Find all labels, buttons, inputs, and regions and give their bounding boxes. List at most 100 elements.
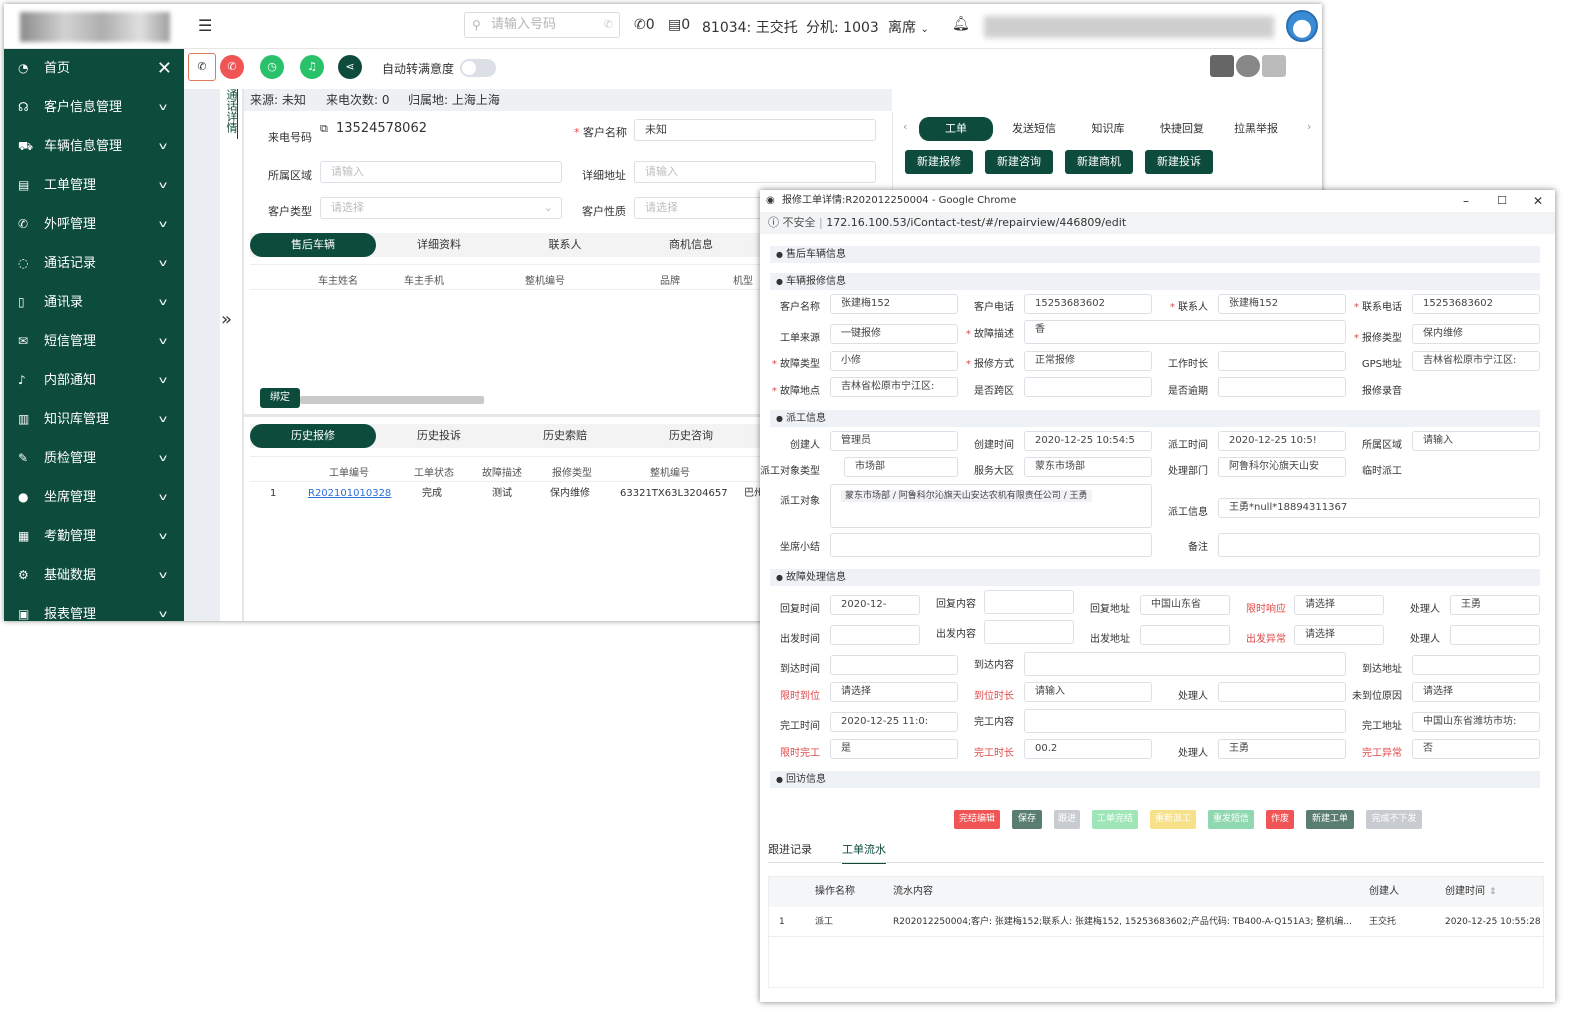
sidebar-item-sms[interactable]: ✉ 短信管理 v: [4, 322, 184, 361]
dispatch-info-field[interactable]: 王勇*null*18894311367: [1218, 498, 1540, 518]
new-complaint-button[interactable]: 新建投诉: [1145, 150, 1213, 174]
notify-button[interactable]: ♫: [300, 55, 324, 79]
status-dropdown[interactable]: 离席 ⌄: [888, 17, 929, 37]
service-region-field[interactable]: 蒙东市场部: [1024, 457, 1152, 477]
source-select[interactable]: 一键报修: [830, 324, 958, 344]
summary-field[interactable]: [830, 533, 1152, 557]
sidebar-item-attendance[interactable]: ▦ 考勤管理 v: [4, 517, 184, 556]
tab-follow-records[interactable]: 跟进记录: [768, 841, 812, 857]
depart-addr-field[interactable]: [1140, 625, 1230, 645]
sidebar-item-outbound[interactable]: ✆ 外呼管理 v: [4, 205, 184, 244]
dept-field[interactable]: 阿鲁科尔沁旗天山安: [1218, 457, 1346, 477]
tab-history-claim[interactable]: 历史索赔: [502, 424, 628, 448]
sidebar-item-vehicle[interactable]: ⛟ 车辆信息管理 v: [4, 127, 184, 166]
menu-toggle-icon[interactable]: ☰: [198, 16, 212, 35]
copy-icon[interactable]: ⧉: [320, 122, 328, 136]
arrive-duration-field[interactable]: 请输入: [1024, 682, 1152, 702]
finish-duration-field[interactable]: 00.2: [1024, 739, 1152, 759]
cust-name-field[interactable]: 张建梅152: [830, 294, 958, 314]
object-type-select[interactable]: 市场部: [844, 457, 958, 477]
table-row[interactable]: 1 R202101010328 完成 测试 保内维修 63321TX63L320…: [250, 482, 770, 506]
contact-field[interactable]: 张建梅152: [1218, 294, 1346, 314]
finish-time-field[interactable]: 2020-12-25 11:0:: [830, 712, 958, 732]
reply-content-field[interactable]: [984, 590, 1074, 614]
redispatch-button[interactable]: 重新派工: [1150, 810, 1196, 829]
tab-history-complaint[interactable]: 历史投诉: [376, 424, 502, 448]
type-select[interactable]: 请选择 ⌄: [320, 197, 562, 219]
finish-addr-field[interactable]: 中国山东省潍坊市坊:: [1412, 712, 1540, 732]
complete-order-button[interactable]: 工单完结: [1092, 810, 1138, 829]
repair-way-select[interactable]: 正常报修: [1024, 351, 1152, 371]
resend-sms-button[interactable]: 重发短信: [1208, 810, 1254, 829]
call-details-tab[interactable]: 通话详情: [224, 89, 238, 139]
hangup-button[interactable]: ✆: [220, 55, 244, 79]
finish-edit-button[interactable]: 完结编辑: [954, 810, 1000, 829]
tab-after-sale-vehicle[interactable]: 售后车辆: [250, 233, 376, 257]
limit-response-select[interactable]: 请选择: [1294, 595, 1384, 615]
handler-field-3[interactable]: [1218, 682, 1346, 702]
bell-icon[interactable]: 🔔︎: [952, 16, 970, 32]
new-consult-button[interactable]: 新建咨询: [985, 150, 1053, 174]
avatar[interactable]: [1286, 10, 1318, 42]
message-count[interactable]: ▤0: [668, 17, 690, 33]
new-opportunity-button[interactable]: 新建商机: [1065, 150, 1133, 174]
tab-send-sms[interactable]: 发送短信: [997, 117, 1071, 141]
order-link[interactable]: R202101010328: [308, 482, 391, 506]
handler-field-4[interactable]: 王勇: [1218, 739, 1346, 759]
arrive-content-field[interactable]: [1024, 652, 1346, 676]
fault-loc-field[interactable]: 吉林省松原市宁江区:: [830, 377, 958, 397]
depart-time-field[interactable]: [830, 625, 920, 645]
tab-contacts[interactable]: 联系人: [502, 233, 628, 257]
overdue-select[interactable]: [1218, 377, 1346, 397]
chevron-right-icon[interactable]: ›: [1307, 120, 1311, 133]
follow-button[interactable]: 跟进: [1054, 810, 1080, 829]
sidebar-item-contacts[interactable]: ▯ 通讯录 v: [4, 283, 184, 322]
arrive-time-field[interactable]: [830, 655, 958, 675]
minimize-icon[interactable]: –: [1463, 190, 1469, 212]
not-arrive-select[interactable]: 请选择: [1412, 682, 1540, 702]
nature-select[interactable]: 请选择: [634, 197, 764, 219]
chevron-left-icon[interactable]: ‹: [903, 120, 907, 133]
tab-knowledge[interactable]: 知识库: [1071, 117, 1145, 141]
auto-satisfaction-toggle[interactable]: [460, 59, 496, 77]
sidebar-item-home[interactable]: ◔ 首页 ✕: [4, 49, 184, 88]
tab-quick-reply[interactable]: 快捷回复: [1145, 117, 1219, 141]
tab-order-flow[interactable]: 工单流水: [842, 841, 886, 864]
tab-history-repair[interactable]: 历史报修: [250, 424, 376, 448]
address-bar[interactable]: ⓘ 不安全 | 172.16.100.53/iContact-test/#/re…: [760, 212, 1555, 234]
sidebar-item-qa[interactable]: ✎ 质检管理 v: [4, 439, 184, 478]
note-field[interactable]: [1218, 533, 1540, 557]
new-repair-button[interactable]: 新建报修: [905, 150, 973, 174]
region-field[interactable]: 请输入: [320, 161, 562, 183]
sort-icon[interactable]: ⇕: [1489, 877, 1497, 907]
new-order-button[interactable]: 新建工单: [1306, 810, 1354, 829]
tab-opportunity[interactable]: 商机信息: [628, 233, 754, 257]
depart-abnormal-select[interactable]: 请选择: [1294, 625, 1384, 645]
object-select[interactable]: 蒙东市场部 / 阿鲁科尔沁旗天山安达农机有限责任公司 / 王勇: [830, 484, 1152, 528]
sidebar-item-notice[interactable]: ♪ 内部通知 v: [4, 361, 184, 400]
tab-workorder[interactable]: 工单: [919, 117, 993, 141]
sidebar-item-reports[interactable]: ▣ 报表管理 v: [4, 595, 184, 621]
handler-field-2[interactable]: [1450, 625, 1540, 645]
reply-addr-field[interactable]: 中国山东省: [1140, 595, 1230, 615]
maximize-icon[interactable]: ☐: [1497, 190, 1507, 212]
share-button[interactable]: ⋖: [338, 55, 362, 79]
table-row[interactable]: 1 派工 R202012250004;客户: 张建梅152;联系人: 张建梅15…: [769, 907, 1543, 937]
dispatch-time-field[interactable]: 2020-12-25 10:5!: [1218, 431, 1346, 451]
complete-no-dispatch-button[interactable]: 完成不下发: [1366, 810, 1422, 829]
close-icon[interactable]: ✕: [157, 49, 172, 88]
save-button[interactable]: 保存: [1012, 810, 1042, 829]
phone-button[interactable]: ✆: [188, 53, 216, 81]
search-input[interactable]: ⚲ 请输入号码 ✆: [464, 12, 620, 38]
sidebar-item-calllog[interactable]: ◌ 通话记录 v: [4, 244, 184, 283]
create-time-field[interactable]: 2020-12-25 10:54:5: [1024, 431, 1152, 451]
handler-field[interactable]: 王勇: [1450, 595, 1540, 615]
app-icon[interactable]: [1210, 55, 1234, 77]
wechat-icon[interactable]: [1236, 55, 1260, 77]
arrive-addr-field[interactable]: [1412, 655, 1540, 675]
area-field[interactable]: 请输入: [1412, 431, 1540, 451]
sidebar-item-basedata[interactable]: ⚙ 基础数据 v: [4, 556, 184, 595]
finish-content-field[interactable]: [1024, 709, 1346, 733]
fault-desc-field[interactable]: 香: [1024, 320, 1346, 344]
tab-blacklist[interactable]: 拉黑举报: [1219, 117, 1293, 141]
